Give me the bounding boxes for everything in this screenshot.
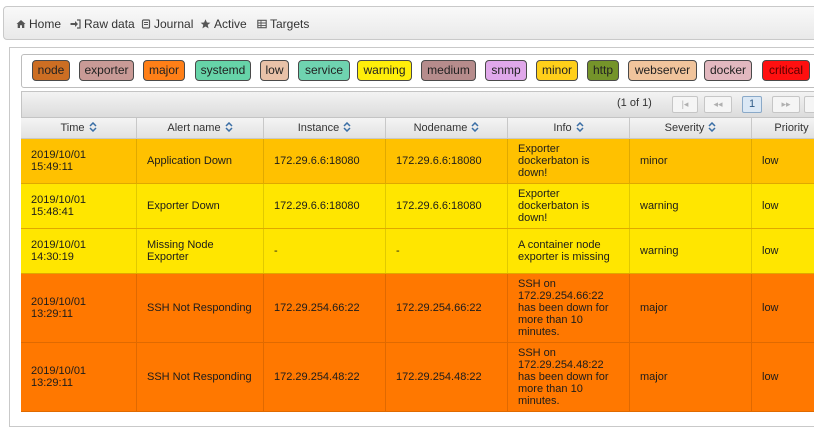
col-priority-cell: low bbox=[752, 343, 814, 411]
nav-active[interactable]: Active bbox=[200, 17, 247, 31]
star-icon bbox=[200, 19, 211, 29]
tag-warning[interactable]: warning bbox=[357, 60, 412, 81]
col-alert-name-cell: Missing Node Exporter bbox=[137, 229, 264, 273]
col-priority-cell: low bbox=[752, 274, 814, 342]
nav-home-label: Home bbox=[29, 17, 62, 31]
col-info-cell: A container node exporter is missing bbox=[508, 229, 630, 273]
tag-low[interactable]: low bbox=[260, 60, 289, 81]
tag-critical[interactable]: critical bbox=[762, 60, 810, 81]
col-severity-cell: warning bbox=[630, 184, 752, 228]
col-severity-header[interactable]: Severity bbox=[630, 118, 752, 139]
sort-icon[interactable] bbox=[88, 122, 97, 133]
page-1-button[interactable]: 1 bbox=[742, 96, 762, 113]
page-count: (1 of 1) bbox=[617, 97, 652, 109]
prev-page-button[interactable]: ◂◂ bbox=[704, 96, 732, 113]
col-time-label: Time bbox=[60, 122, 85, 134]
tag-medium[interactable]: medium bbox=[421, 60, 476, 81]
tag-webserver[interactable]: webserver bbox=[628, 60, 697, 81]
tag-systemd[interactable]: systemd bbox=[195, 60, 251, 81]
nav-journal[interactable]: Journal bbox=[141, 17, 193, 31]
col-info-label: Info bbox=[553, 122, 572, 134]
col-instance-cell: 172.29.6.6:18080 bbox=[264, 139, 386, 183]
col-alert-name-cell: Exporter Down bbox=[137, 184, 264, 228]
col-alert-name-cell: SSH Not Responding bbox=[137, 343, 264, 411]
col-priority-header[interactable]: Priority bbox=[752, 118, 814, 139]
col-priority-cell: low bbox=[752, 229, 814, 273]
col-time-header[interactable]: Time bbox=[21, 118, 137, 139]
col-alert-name-header[interactable]: Alert name bbox=[137, 118, 264, 139]
table-icon bbox=[257, 19, 267, 29]
table-row[interactable]: 2019/10/01 13:29:11 SSH Not Responding 172… bbox=[21, 274, 814, 343]
last-page-button[interactable] bbox=[804, 96, 814, 113]
col-instance-cell: 172.29.254.48:22 bbox=[264, 343, 386, 411]
journal-icon bbox=[141, 19, 151, 29]
col-instance-cell: 172.29.254.66:22 bbox=[264, 274, 386, 342]
tag-snmp[interactable]: snmp bbox=[485, 60, 527, 81]
col-time-cell: 2019/10/01 15:49:11 bbox=[21, 139, 137, 183]
sort-icon[interactable] bbox=[576, 122, 584, 133]
col-severity-cell: minor bbox=[630, 139, 752, 183]
sort-icon[interactable] bbox=[471, 122, 479, 133]
col-severity-cell: major bbox=[630, 343, 752, 411]
col-time-cell: 2019/10/01 15:48:41 bbox=[21, 184, 137, 228]
table-row[interactable]: 2019/10/01 13:29:11 SSH Not Responding 172… bbox=[21, 343, 814, 412]
col-nodename-cell: 172.29.6.6:18080 bbox=[386, 184, 508, 228]
col-alert-name-cell: Application Down bbox=[137, 139, 264, 183]
nav-raw-data-label: Raw data bbox=[84, 17, 135, 31]
next-page-button[interactable]: ▸▸ bbox=[772, 96, 800, 113]
col-time-cell: 2019/10/01 13:29:11 bbox=[21, 343, 137, 411]
nav-home[interactable]: Home bbox=[16, 17, 61, 31]
col-alert-name-label: Alert name bbox=[167, 122, 221, 134]
table-row[interactable]: 2019/10/01 15:49:11 Application Down 172.2… bbox=[21, 139, 814, 184]
sort-icon[interactable] bbox=[343, 122, 351, 133]
col-nodename-cell: 172.29.254.66:22 bbox=[386, 274, 508, 342]
home-icon bbox=[16, 20, 26, 28]
sort-icon[interactable] bbox=[225, 122, 233, 133]
nav-raw-data[interactable]: Raw data bbox=[70, 17, 135, 31]
sort-icon[interactable] bbox=[708, 122, 716, 133]
col-alert-name-cell: SSH Not Responding bbox=[137, 274, 264, 342]
col-priority-cell: low bbox=[752, 184, 814, 228]
nav-journal-label: Journal bbox=[154, 17, 194, 31]
col-nodename-cell: 172.29.6.6:18080 bbox=[386, 139, 508, 183]
col-nodename-label: Nodename bbox=[413, 122, 468, 134]
col-instance-cell: - bbox=[264, 229, 386, 273]
col-info-header[interactable]: Info bbox=[508, 118, 630, 139]
col-instance-header[interactable]: Instance bbox=[264, 118, 386, 139]
col-info-cell: Exporter dockerbaton is down! bbox=[508, 139, 630, 183]
col-instance-label: Instance bbox=[297, 122, 340, 134]
tag-service[interactable]: service bbox=[298, 60, 350, 81]
tag-minor[interactable]: minor bbox=[536, 60, 578, 81]
col-priority-cell: low bbox=[752, 139, 814, 183]
col-nodename-header[interactable]: Nodename bbox=[386, 118, 508, 139]
table-row[interactable]: 2019/10/01 15:48:41 Exporter Down 172.29.6… bbox=[21, 184, 814, 229]
nav-targets[interactable]: Targets bbox=[257, 17, 309, 31]
col-severity-label: Severity bbox=[664, 122, 705, 134]
col-info-cell: SSH on 172.29.254.48:22 has been down fo… bbox=[508, 343, 630, 411]
col-priority-label: Priority bbox=[774, 122, 809, 134]
col-time-cell: 2019/10/01 14:30:19 bbox=[21, 229, 137, 273]
tag-docker[interactable]: docker bbox=[704, 60, 752, 81]
tag-node[interactable]: node bbox=[32, 60, 70, 81]
col-nodename-cell: 172.29.254.48:22 bbox=[386, 343, 508, 411]
sign-in-icon bbox=[70, 19, 81, 29]
col-info-cell: SSH on 172.29.254.66:22 has been down fo… bbox=[508, 274, 630, 342]
col-instance-cell: 172.29.6.6:18080 bbox=[264, 184, 386, 228]
first-page-button[interactable]: |◂ bbox=[672, 96, 698, 113]
tag-exporter[interactable]: exporter bbox=[79, 60, 134, 81]
nav-active-label: Active bbox=[214, 17, 247, 31]
col-info-cell: Exporter dockerbaton is down! bbox=[508, 184, 630, 228]
tag-http[interactable]: http bbox=[587, 60, 619, 81]
col-severity-cell: warning bbox=[630, 229, 752, 273]
col-severity-cell: major bbox=[630, 274, 752, 342]
table-row[interactable]: 2019/10/01 14:30:19 Missing Node Exporter… bbox=[21, 229, 814, 274]
col-nodename-cell: - bbox=[386, 229, 508, 273]
col-time-cell: 2019/10/01 13:29:11 bbox=[21, 274, 137, 342]
tag-major[interactable]: major bbox=[143, 60, 185, 81]
nav-targets-label: Targets bbox=[270, 17, 310, 31]
